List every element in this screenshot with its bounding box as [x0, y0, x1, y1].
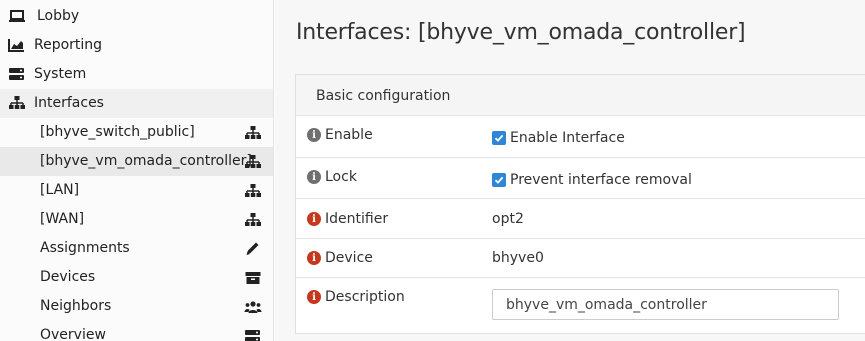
sidebar-item-label: [bhyve_switch_public] — [40, 124, 195, 140]
sidebar-item-neighbors[interactable]: Neighbors — [0, 292, 273, 321]
main-content: Interfaces: [bhyve_vm_omada_controller] … — [275, 0, 865, 341]
enable-label: i Enable — [307, 127, 373, 143]
basic-configuration-panel: Basic configuration i Enable Enable Inte… — [295, 74, 865, 334]
info-icon[interactable]: i — [307, 290, 321, 304]
identifier-label: i Identifier — [307, 211, 388, 227]
section-header-label: Basic configuration — [316, 88, 451, 104]
check-icon — [494, 176, 504, 184]
sitemap-icon — [245, 126, 261, 139]
info-icon[interactable]: i — [307, 128, 321, 142]
sidebar-item-label: Overview — [40, 327, 106, 341]
device-row: i Device bhyve0 — [296, 239, 865, 278]
device-value: bhyve0 — [492, 250, 544, 266]
sidebar-item-bhyve-switch-public[interactable]: [bhyve_switch_public] — [0, 118, 273, 147]
sidebar: Lobby Reporting System Interfaces [bhyve… — [0, 0, 274, 341]
sidebar-item-label: Reporting — [34, 37, 103, 53]
lock-row: i Lock Prevent interface removal — [296, 158, 865, 199]
sidebar-item-interfaces[interactable]: Interfaces — [0, 89, 273, 118]
laptop-icon — [9, 10, 25, 22]
description-label: i Description — [307, 289, 405, 305]
sidebar-item-system[interactable]: System — [0, 60, 273, 89]
sidebar-item-overview[interactable]: Overview — [0, 321, 273, 341]
sidebar-item-label: Assignments — [40, 240, 130, 256]
identifier-value: opt2 — [492, 211, 524, 227]
sidebar-item-bhyve-vm-omada-controller[interactable]: [bhyve_vm_omada_controller] — [0, 147, 273, 176]
device-label: i Device — [307, 250, 373, 266]
description-input[interactable]: bhyve_vm_omada_controller — [492, 289, 839, 320]
sidebar-item-label: Neighbors — [40, 298, 112, 314]
sidebar-item-lan[interactable]: [LAN] — [0, 176, 273, 205]
server-icon — [245, 330, 260, 341]
sidebar-item-label: System — [34, 66, 87, 82]
sidebar-item-devices[interactable]: Devices — [0, 263, 273, 292]
sidebar-item-label: Devices — [40, 269, 96, 285]
sidebar-item-label: [LAN] — [40, 182, 80, 198]
check-icon — [494, 134, 504, 142]
prevent-removal-checkbox[interactable] — [492, 173, 506, 187]
sidebar-item-lobby[interactable]: Lobby — [0, 2, 273, 31]
sitemap-icon — [245, 155, 261, 168]
sidebar-item-label: Lobby — [37, 8, 80, 24]
enable-row: i Enable Enable Interface — [296, 116, 865, 158]
enable-interface-label: Enable Interface — [510, 130, 625, 146]
section-header: Basic configuration — [296, 75, 865, 116]
sidebar-item-label: Interfaces — [34, 95, 104, 111]
enable-interface-checkbox-group[interactable]: Enable Interface — [492, 130, 625, 146]
page-title: Interfaces: [bhyve_vm_omada_controller] — [296, 20, 746, 45]
sidebar-item-label: [bhyve_vm_omada_controller] — [40, 153, 252, 169]
lock-label: i Lock — [307, 169, 357, 185]
users-icon — [244, 301, 262, 313]
prevent-removal-label: Prevent interface removal — [510, 172, 692, 188]
archive-icon — [245, 272, 261, 284]
sitemap-icon — [245, 213, 261, 226]
info-icon[interactable]: i — [307, 212, 321, 226]
area-chart-icon — [8, 39, 24, 52]
sitemap-icon — [245, 184, 261, 197]
sidebar-item-label: [WAN] — [40, 211, 85, 227]
sitemap-icon — [9, 96, 25, 109]
identifier-row: i Identifier opt2 — [296, 199, 865, 239]
info-icon[interactable]: i — [307, 170, 321, 184]
server-icon — [9, 68, 24, 80]
pencil-icon — [246, 242, 259, 255]
sidebar-item-reporting[interactable]: Reporting — [0, 31, 273, 60]
prevent-removal-checkbox-group[interactable]: Prevent interface removal — [492, 172, 692, 188]
enable-interface-checkbox[interactable] — [492, 131, 506, 145]
sidebar-item-assignments[interactable]: Assignments — [0, 234, 273, 263]
description-row: i Description bhyve_vm_omada_controller — [296, 278, 865, 332]
sidebar-item-wan[interactable]: [WAN] — [0, 205, 273, 234]
info-icon[interactable]: i — [307, 251, 321, 265]
